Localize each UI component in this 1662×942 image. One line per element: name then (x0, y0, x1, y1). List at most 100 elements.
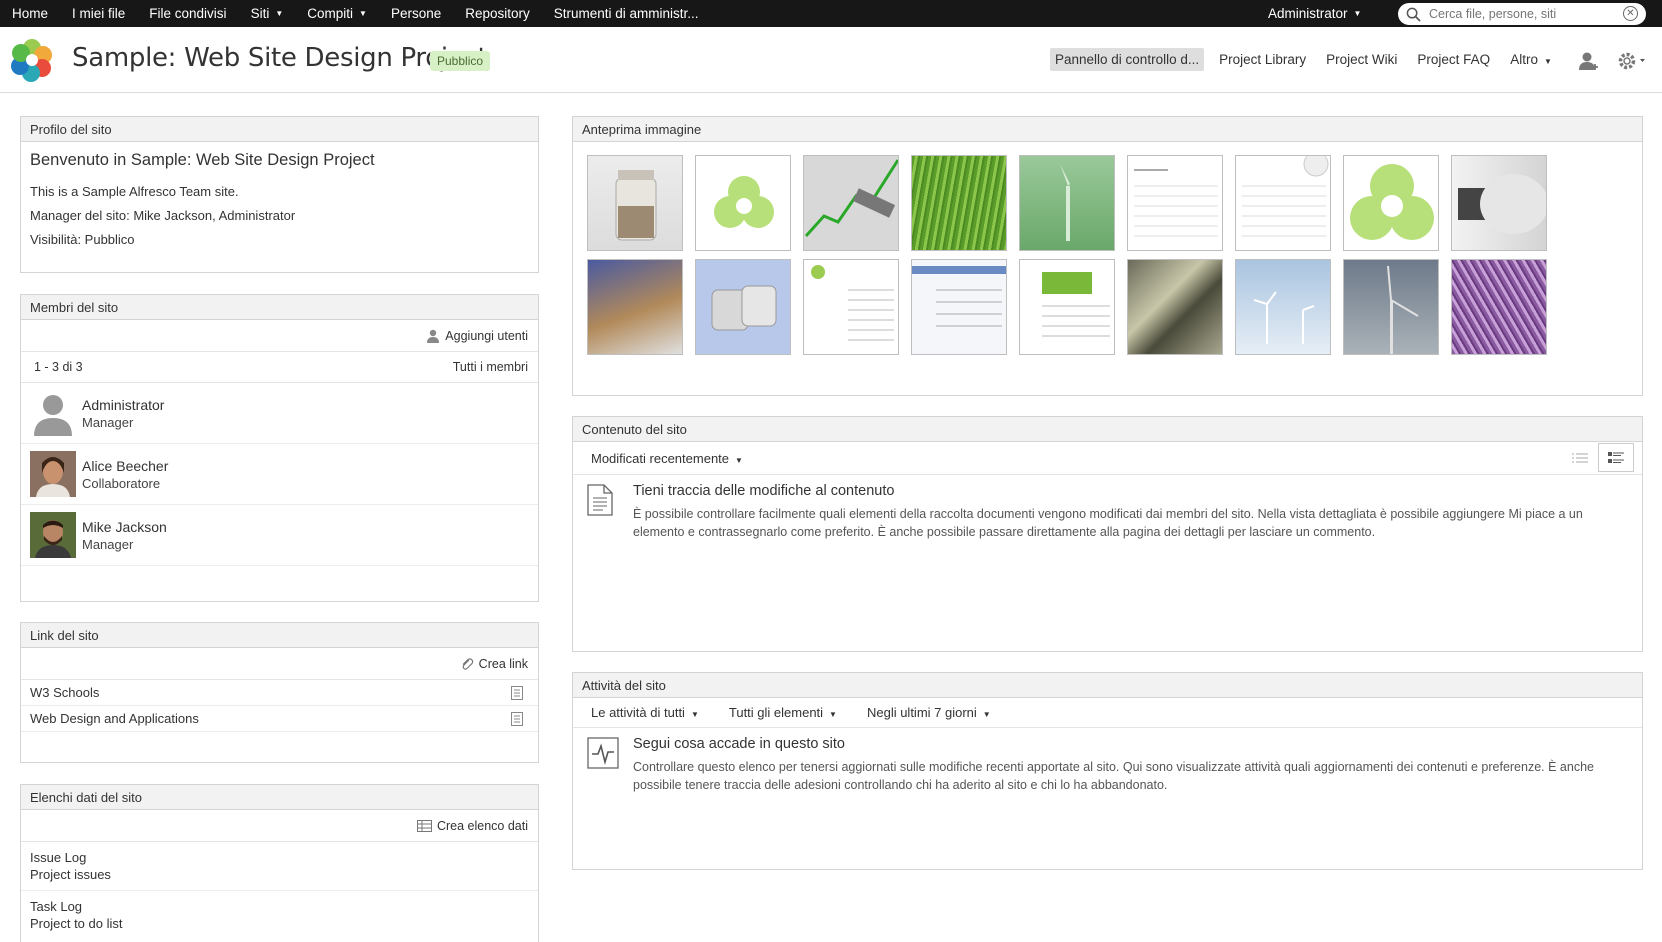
create-data-list-button[interactable]: Crea elenco dati (416, 819, 528, 833)
list-simple-icon (1572, 453, 1588, 462)
top-navigation-bar: Home I miei file File condivisi Siti ▼ Co… (0, 0, 1662, 27)
simple-view-button[interactable] (1562, 443, 1598, 472)
avatar (34, 395, 72, 436)
caret-down-icon: ▼ (829, 710, 837, 719)
image-thumbnail-wind-turbine-sky[interactable] (1343, 259, 1439, 355)
link-title[interactable]: Web Design and Applications (30, 711, 199, 726)
image-thumbnail-alfresco-logo-large[interactable] (1343, 155, 1439, 251)
document-image (1134, 169, 1218, 237)
welcome-heading: Benvenuto in Sample: Web Site Design Pro… (30, 151, 375, 169)
activity-range-filter[interactable]: Negli ultimi 7 giorni ▼ (867, 705, 991, 720)
webpage-image (1042, 272, 1110, 337)
gear-icon[interactable] (1617, 51, 1647, 71)
member-row: Administrator Manager (21, 383, 538, 444)
members-toolbar: Aggiungi utenti (21, 320, 538, 352)
tab-project-library[interactable]: Project Library (1214, 48, 1311, 71)
empty-state-title: Tieni traccia delle modifiche al contenu… (633, 483, 895, 499)
details-icon[interactable] (511, 711, 523, 726)
dashlet-title: Contenuto del sito (573, 417, 1642, 442)
member-row: Alice Beecher Collaboratore (21, 444, 538, 505)
clear-search-icon[interactable]: ✕ (1623, 6, 1638, 21)
member-role: Manager (82, 536, 134, 552)
paperclip-icon (462, 657, 473, 670)
nav-people[interactable]: Persone (379, 0, 453, 27)
data-list-name: Issue Log (30, 850, 87, 865)
nav-my-files[interactable]: I miei file (60, 0, 137, 27)
tab-project-wiki[interactable]: Project Wiki (1321, 48, 1402, 71)
detailed-view-button[interactable] (1598, 443, 1634, 472)
link-title[interactable]: W3 Schools (30, 685, 99, 700)
nav-admin-tools[interactable]: Strumenti di amministr... (542, 0, 711, 27)
create-link-button[interactable]: Crea link (460, 657, 528, 671)
image-thumbnail-growth-chart[interactable] (803, 155, 899, 251)
user-icon (427, 329, 440, 343)
adapter-image (711, 285, 777, 331)
caret-down-icon: ▼ (1353, 9, 1362, 18)
bulb-image (1458, 174, 1546, 234)
activity-user-filter[interactable]: Le attività di tutti ▼ (591, 705, 699, 720)
coins-jar-image (615, 170, 657, 241)
site-navigation: Pannello di controllo d... Project Libra… (1050, 48, 1567, 71)
site-data-lists-dashlet: Elenchi dati del sito Crea elenco dati I… (20, 784, 539, 942)
list-detailed-icon (1608, 451, 1624, 463)
add-users-link[interactable]: Aggiungi utenti (426, 329, 528, 343)
empty-state-title: Segui cosa accade in questo sito (633, 736, 845, 752)
activity-type-filter[interactable]: Tutti gli elementi ▼ (729, 705, 837, 720)
image-thumbnail-document-form-2[interactable] (1235, 155, 1331, 251)
image-thumbnail-document-form[interactable] (1127, 155, 1223, 251)
nav-sites[interactable]: Siti ▼ (239, 0, 296, 27)
data-list-description: Project issues (30, 867, 111, 882)
image-thumbnail-webpage-green[interactable] (803, 259, 899, 355)
image-thumbnail-power-adapter[interactable] (695, 259, 791, 355)
member-name[interactable]: Alice Beecher (82, 458, 168, 474)
activities-empty-state: Segui cosa accade in questo sito Control… (573, 728, 1642, 794)
link-item: Web Design and Applications (21, 706, 538, 732)
activity-filters: Le attività di tutti ▼ Tutti gli elementi… (573, 698, 1642, 728)
all-members-link[interactable]: Tutti i membri (453, 360, 528, 374)
image-thumbnail-turbine-blades[interactable] (1127, 259, 1223, 355)
search-input[interactable] (1429, 7, 1619, 21)
tab-project-faq[interactable]: Project FAQ (1412, 48, 1495, 71)
dashlet-title: Membri del sito (21, 295, 538, 320)
image-thumbnail-wind-turbine-green[interactable] (1019, 155, 1115, 251)
member-name[interactable]: Mike Jackson (82, 519, 167, 535)
details-icon[interactable] (511, 685, 523, 700)
image-thumbnail-cables[interactable] (1451, 259, 1547, 355)
image-thumbnail-alfresco-logo[interactable] (695, 155, 791, 251)
image-thumbnail-webpage-blue[interactable] (911, 259, 1007, 355)
nav-home[interactable]: Home (0, 0, 60, 27)
nav-shared-files[interactable]: File condivisi (137, 0, 238, 27)
nav-tasks[interactable]: Compiti ▼ (295, 0, 379, 27)
tab-more[interactable]: Altro ▼ (1505, 48, 1557, 71)
content-empty-state: Tieni traccia delle modifiche al contenu… (573, 475, 1642, 541)
image-thumbnail-wind-farm[interactable] (1235, 259, 1331, 355)
site-content-toolbar: Modificati recentemente ▼ (573, 442, 1642, 475)
caret-down-icon: ▼ (359, 9, 367, 18)
empty-state-text: Controllare questo elenco per tenersi ag… (633, 760, 1594, 792)
site-activities-dashlet: Attività del sito Le attività di tutti ▼ … (572, 672, 1643, 870)
site-content-dashlet: Contenuto del sito Modificati recentemen… (572, 416, 1643, 652)
data-list-item[interactable]: Issue Log Project issues (21, 842, 538, 891)
user-menu[interactable]: Administrator ▼ (1268, 0, 1361, 27)
visibility-badge: Pubblico (430, 51, 491, 71)
data-list-item[interactable]: Task Log Project to do list (21, 891, 538, 939)
user-name: Administrator (1268, 6, 1348, 21)
dashlet-title: Elenchi dati del sito (21, 785, 538, 810)
image-thumbnails (587, 155, 1547, 355)
image-thumbnail-coins-jar[interactable] (587, 155, 683, 251)
image-preview-dashlet: Anteprima immagine (572, 116, 1643, 396)
member-name[interactable]: Administrator (82, 397, 164, 413)
add-user-icon[interactable] (1578, 51, 1600, 71)
image-thumbnail-webpage-grass[interactable] (1019, 259, 1115, 355)
image-thumbnail-light-bulb[interactable] (1451, 155, 1547, 251)
data-lists-toolbar: Crea elenco dati (21, 810, 538, 842)
turbine-image (1060, 164, 1070, 241)
image-thumbnail-coins-stack[interactable] (587, 259, 683, 355)
chart-image (804, 159, 898, 238)
tab-dashboard[interactable]: Pannello di controllo d... (1050, 48, 1205, 71)
view-toggle (1562, 443, 1634, 472)
image-thumbnail-grass[interactable] (911, 155, 1007, 251)
content-filter-dropdown[interactable]: Modificati recentemente ▼ (591, 451, 743, 466)
alfresco-logo-icon (11, 39, 52, 82)
nav-repository[interactable]: Repository (453, 0, 542, 27)
